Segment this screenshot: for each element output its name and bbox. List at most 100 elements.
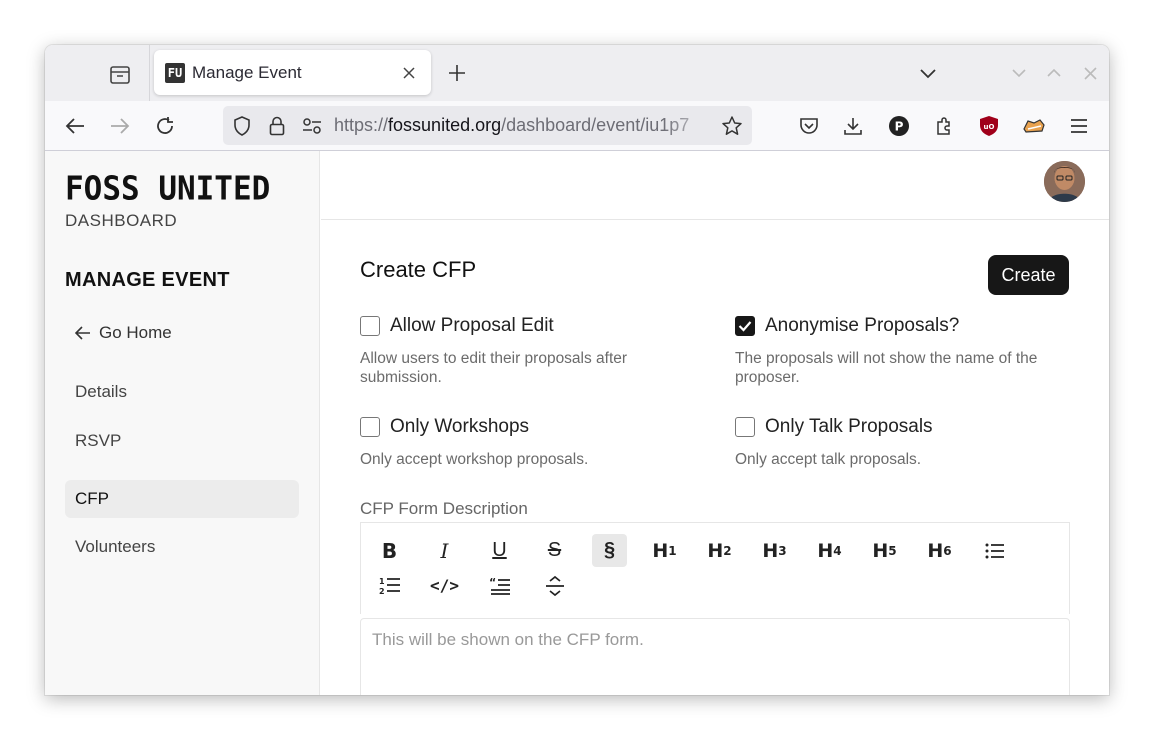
bookmark-star-icon[interactable] bbox=[721, 115, 743, 137]
heading-2-button[interactable]: H2 bbox=[702, 534, 737, 567]
forward-icon[interactable] bbox=[105, 111, 135, 141]
heading-letter: H bbox=[872, 539, 889, 562]
only-talk-proposals-checkbox[interactable] bbox=[735, 417, 755, 437]
svg-text:2: 2 bbox=[379, 587, 385, 596]
option-allow-proposal-edit: Allow Proposal Edit Allow users to edit … bbox=[360, 315, 690, 387]
sidebar-item-label: RSVP bbox=[75, 431, 122, 450]
option-only-workshops: Only Workshops Only accept workshop prop… bbox=[360, 416, 690, 469]
tab-separator bbox=[149, 45, 150, 101]
chevron-down-icon[interactable] bbox=[917, 63, 939, 83]
underline-button[interactable]: U bbox=[482, 534, 517, 567]
back-icon[interactable] bbox=[60, 111, 90, 141]
heading-level: 1 bbox=[668, 543, 677, 558]
svg-text:1: 1 bbox=[379, 577, 385, 586]
sidebar-item-cfp[interactable]: CFP bbox=[65, 480, 299, 518]
sidebar-toggle-icon[interactable] bbox=[105, 62, 135, 88]
avatar[interactable] bbox=[1044, 161, 1085, 202]
italic-button[interactable]: I bbox=[427, 534, 462, 567]
heading-level: 4 bbox=[833, 543, 842, 558]
editor-toolbar: B I U S § H1 H2 H3 H4 H5 H6 12 </> “ bbox=[360, 522, 1070, 614]
heading-1-button[interactable]: H1 bbox=[647, 534, 682, 567]
sidebar-item-label: Volunteers bbox=[75, 537, 156, 556]
extension-shoe-icon[interactable] bbox=[1021, 113, 1047, 139]
heading-3-button[interactable]: H3 bbox=[757, 534, 792, 567]
heading-4-button[interactable]: H4 bbox=[812, 534, 847, 567]
page-title: Create CFP bbox=[360, 257, 477, 282]
create-button[interactable]: Create bbox=[988, 255, 1069, 295]
option-only-talk-proposals: Only Talk Proposals Only accept talk pro… bbox=[735, 416, 1065, 469]
download-icon[interactable] bbox=[840, 113, 866, 139]
checkmark-icon bbox=[738, 321, 752, 332]
minimize-icon[interactable] bbox=[1009, 63, 1029, 83]
maximize-icon[interactable] bbox=[1044, 63, 1064, 83]
editor-placeholder: This will be shown on the CFP form. bbox=[372, 630, 644, 649]
horizontal-rule-icon[interactable] bbox=[537, 569, 572, 602]
bold-button[interactable]: B bbox=[372, 534, 407, 567]
logo-subtitle: DASHBOARD bbox=[65, 211, 178, 230]
tab-title: Manage Event bbox=[192, 62, 302, 82]
sidebar-item-volunteers[interactable]: Volunteers bbox=[65, 528, 299, 566]
bullet-list-icon[interactable] bbox=[977, 534, 1012, 567]
heading-letter: H bbox=[817, 539, 834, 562]
option-description: Only accept talk proposals. bbox=[735, 451, 922, 468]
ublock-icon[interactable]: uO bbox=[976, 113, 1002, 139]
code-button[interactable]: </> bbox=[427, 569, 462, 602]
go-home-link[interactable]: Go Home bbox=[75, 323, 172, 343]
url-bar[interactable]: https://fossunited.org/dashboard/event/i… bbox=[223, 106, 752, 145]
url-scheme: https:// bbox=[334, 115, 389, 135]
page-content: FOSS UNITED DASHBOARD MANAGE EVENT Go Ho… bbox=[45, 151, 1109, 695]
heading-level: 2 bbox=[723, 543, 732, 558]
main-header bbox=[321, 151, 1109, 220]
option-label: Only Talk Proposals bbox=[765, 416, 933, 437]
lock-icon[interactable] bbox=[266, 115, 288, 137]
tab-strip: FU Manage Event bbox=[45, 45, 1109, 101]
option-label: Anonymise Proposals? bbox=[765, 315, 960, 336]
shield-icon[interactable] bbox=[231, 115, 253, 137]
section-button[interactable]: § bbox=[592, 534, 627, 567]
heading-5-button[interactable]: H5 bbox=[867, 534, 902, 567]
heading-letter: H bbox=[652, 539, 669, 562]
url-domain: fossunited.org bbox=[388, 115, 502, 135]
close-window-icon[interactable] bbox=[1080, 63, 1100, 83]
svg-text:P: P bbox=[895, 120, 904, 134]
anonymise-proposals-checkbox[interactable] bbox=[735, 316, 755, 336]
sidebar-item-label: CFP bbox=[75, 489, 109, 508]
url-fade bbox=[663, 111, 718, 139]
browser-window: FU Manage Event https://fossunited.org/d… bbox=[45, 45, 1109, 695]
extensions-icon[interactable] bbox=[931, 113, 957, 139]
allow-proposal-edit-checkbox[interactable] bbox=[360, 316, 380, 336]
new-tab-icon[interactable] bbox=[445, 60, 469, 86]
close-tab-icon[interactable] bbox=[399, 63, 419, 83]
pocket-icon[interactable] bbox=[796, 113, 822, 139]
heading-level: 3 bbox=[778, 543, 787, 558]
go-home-label: Go Home bbox=[99, 323, 172, 342]
main-panel: Create CFP Create Allow Proposal Edit Al… bbox=[321, 151, 1109, 695]
ordered-list-icon[interactable]: 12 bbox=[372, 569, 407, 602]
tab-manage-event[interactable]: FU Manage Event bbox=[154, 50, 431, 95]
cfp-form-description-label: CFP Form Description bbox=[360, 499, 528, 518]
menu-icon[interactable] bbox=[1066, 113, 1092, 139]
heading-6-button[interactable]: H6 bbox=[922, 534, 957, 567]
sidebar-item-label: Details bbox=[75, 382, 127, 401]
section-title: MANAGE EVENT bbox=[65, 269, 230, 291]
sidebar-item-rsvp[interactable]: RSVP bbox=[65, 422, 299, 460]
option-description: Only accept workshop proposals. bbox=[360, 451, 589, 468]
heading-letter: H bbox=[762, 539, 779, 562]
svg-text:“: “ bbox=[489, 577, 496, 589]
permissions-icon[interactable] bbox=[301, 115, 323, 137]
only-workshops-checkbox[interactable] bbox=[360, 417, 380, 437]
profile-p-icon[interactable]: P bbox=[886, 113, 912, 139]
sidebar: FOSS UNITED DASHBOARD MANAGE EVENT Go Ho… bbox=[45, 151, 320, 695]
reload-icon[interactable] bbox=[150, 111, 180, 141]
logo[interactable]: FOSS UNITED bbox=[65, 170, 270, 208]
url-text[interactable]: https://fossunited.org/dashboard/event/i… bbox=[334, 115, 714, 136]
option-label: Only Workshops bbox=[390, 416, 530, 437]
option-anonymise-proposals: Anonymise Proposals? The proposals will … bbox=[735, 315, 1065, 387]
strikethrough-button[interactable]: S bbox=[537, 534, 572, 567]
blockquote-icon[interactable]: “ bbox=[482, 569, 517, 602]
navigation-bar: https://fossunited.org/dashboard/event/i… bbox=[45, 101, 1109, 151]
heading-letter: H bbox=[707, 539, 724, 562]
sidebar-item-details[interactable]: Details bbox=[65, 373, 299, 411]
option-label: Allow Proposal Edit bbox=[390, 315, 554, 336]
cfp-description-editor[interactable]: This will be shown on the CFP form. bbox=[360, 618, 1070, 695]
